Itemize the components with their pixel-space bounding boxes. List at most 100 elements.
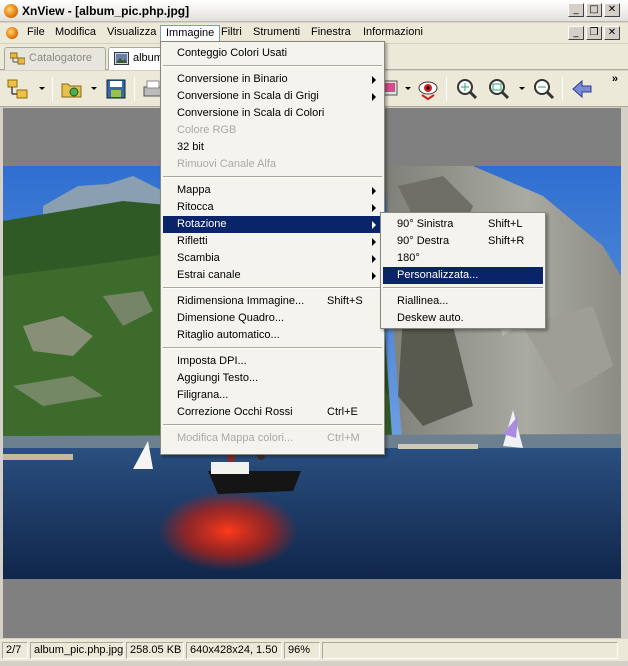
menu-separator [163,424,382,426]
menu-item-conversione-in-binario[interactable]: Conversione in Binario [163,71,382,88]
toolbar-separator [446,77,447,101]
menu-item-180[interactable]: 180° [383,250,543,267]
menu-item-label: Rotazione [177,218,227,230]
menu-item-label: Modifica Mappa colori... [177,432,294,444]
menu-immagine[interactable]: Immagine [160,25,221,42]
toolbar-separator [134,77,135,101]
close-button[interactable]: ✕ [604,3,620,17]
menu-informazioni[interactable]: Informazioni [358,25,428,42]
menu-item-label: Rifletti [177,235,208,247]
maximize-button[interactable]: □ [586,3,602,17]
menu-file[interactable]: File [22,25,50,42]
submenu-arrow-icon [372,76,376,84]
submenu-arrow-icon [372,238,376,246]
menu-item-label: Mappa [177,184,211,196]
menu-item-ritaglio-automatico[interactable]: Ritaglio automatico... [163,327,382,344]
menu-finestra[interactable]: Finestra [306,25,356,42]
menu-item-label: Conteggio Colori Usati [177,47,288,59]
menu-item-rimuovi-canale-alfa: Rimuovi Canale Alfa [163,156,382,173]
toolbar-separator [562,77,563,101]
xnview-app-icon[interactable] [4,4,18,18]
menu-separator [163,176,382,178]
menu-item-riallinea[interactable]: Riallinea... [383,293,543,310]
menu-item-shortcut: Shift+L [488,218,523,230]
mdi-minimize-button[interactable]: _ [568,26,584,40]
submenu-arrow-icon [372,255,376,263]
browser-tree-icon[interactable] [6,77,30,101]
menu-separator [163,347,382,349]
status-bar: 2/7 album_pic.php.jpg 258.05 KB 640x428x… [0,639,628,661]
menu-item-label: Conversione in Scala di Colori [177,107,325,119]
menu-item-label: Conversione in Binario [177,73,288,85]
toolbar-separator [52,77,53,101]
zoom-fit-icon[interactable] [487,77,511,101]
chevron-down-icon[interactable] [405,87,411,90]
menu-item-aggiungi-testo[interactable]: Aggiungi Testo... [163,370,382,387]
menu-item-shortcut: Shift+S [327,295,363,307]
menu-item-label: 90° Destra [397,235,450,247]
menu-item-32-bit[interactable]: 32 bit [163,139,382,156]
menu-item-label: Colore RGB [177,124,237,136]
menu-filtri[interactable]: Filtri [216,25,247,42]
tab-catalogatore[interactable]: Catalogatore [4,47,106,70]
red-eye-icon[interactable] [416,77,440,101]
menu-item-label: Ritocca [177,201,214,213]
menu-item-label: Scambia [177,252,220,264]
zoom-in-icon[interactable] [455,77,479,101]
menu-item-rifletti[interactable]: Rifletti [163,233,382,250]
menu-item-shortcut: Shift+R [488,235,525,247]
tab-album-pic[interactable]: album_pic.php.jpg [108,47,168,70]
menu-bar: File Modifica Visualizza Immagine Filtri… [0,23,628,43]
minimize-button[interactable]: _ [568,3,584,17]
menu-separator [163,65,382,67]
submenu-arrow-icon [372,187,376,195]
menu-modifica[interactable]: Modifica [50,25,101,42]
mdi-restore-button[interactable]: ❐ [586,26,602,40]
chevron-down-icon[interactable] [39,87,45,90]
status-index: 2/7 [2,642,28,659]
browser-icon [10,52,25,65]
menu-item-estrai-canale[interactable]: Estrai canale [163,267,382,284]
menu-item-label: 32 bit [177,141,204,153]
menu-item-deskew-auto[interactable]: Deskew auto. [383,310,543,327]
tab-label: Catalogatore [29,52,92,64]
status-filesize: 258.05 KB [126,642,184,659]
menu-item-label: Aggiungi Testo... [177,372,259,384]
chevron-down-icon[interactable] [519,87,525,90]
back-arrow-icon[interactable] [570,77,594,101]
menu-item-personalizzata[interactable]: Personalizzata... [383,267,543,284]
menu-item-mappa[interactable]: Mappa [163,182,382,199]
zoom-out-icon[interactable] [532,77,556,101]
toolbar-overflow-button[interactable]: » [612,73,618,85]
menu-item-rotazione[interactable]: Rotazione [163,216,382,233]
menu-visualizza[interactable]: Visualizza [102,25,161,42]
menu-item-scambia[interactable]: Scambia [163,250,382,267]
menu-item-90-sinistra[interactable]: 90° Sinistra Shift+L [383,216,543,233]
menu-item-label: Dimensione Quadro... [177,312,284,324]
menu-item-conteggio-colori-usati[interactable]: Conteggio Colori Usati [163,45,382,62]
menu-item-colore-rgb: Colore RGB [163,122,382,139]
menu-item-ridimensiona-immagine[interactable]: Ridimensiona Immagine... Shift+S [163,293,382,310]
submenu-arrow-icon [372,272,376,280]
menu-item-shortcut: Ctrl+M [327,432,360,444]
menu-item-conversione-in-scala-di-grigi[interactable]: Conversione in Scala di Grigi [163,88,382,105]
save-icon[interactable] [104,77,128,101]
menu-item-label: Ritaglio automatico... [177,329,280,341]
menu-item-label: Imposta DPI... [177,355,247,367]
menu-item-conversione-in-scala-di-colori[interactable]: Conversione in Scala di Colori [163,105,382,122]
menu-item-correzione-occhi-rossi[interactable]: Correzione Occhi Rossi Ctrl+E [163,404,382,421]
open-folder-icon[interactable] [60,77,84,101]
window-title: XnView - [album_pic.php.jpg] [22,4,190,18]
document-system-icon[interactable] [6,27,18,39]
status-filename: album_pic.php.jpg [30,642,124,659]
menu-item-dimensione-quadro[interactable]: Dimensione Quadro... [163,310,382,327]
mdi-close-button[interactable]: ✕ [604,26,620,40]
menu-item-ritocca[interactable]: Ritocca [163,199,382,216]
menu-strumenti[interactable]: Strumenti [248,25,305,42]
chevron-down-icon[interactable] [91,87,97,90]
menu-item-label: Riallinea... [397,295,449,307]
rotazione-submenu: 90° Sinistra Shift+L 90° Destra Shift+R 180°… [380,212,546,329]
menu-item-90-destra[interactable]: 90° Destra Shift+R [383,233,543,250]
menu-item-imposta-dpi[interactable]: Imposta DPI... [163,353,382,370]
menu-item-filigrana[interactable]: Filigrana... [163,387,382,404]
